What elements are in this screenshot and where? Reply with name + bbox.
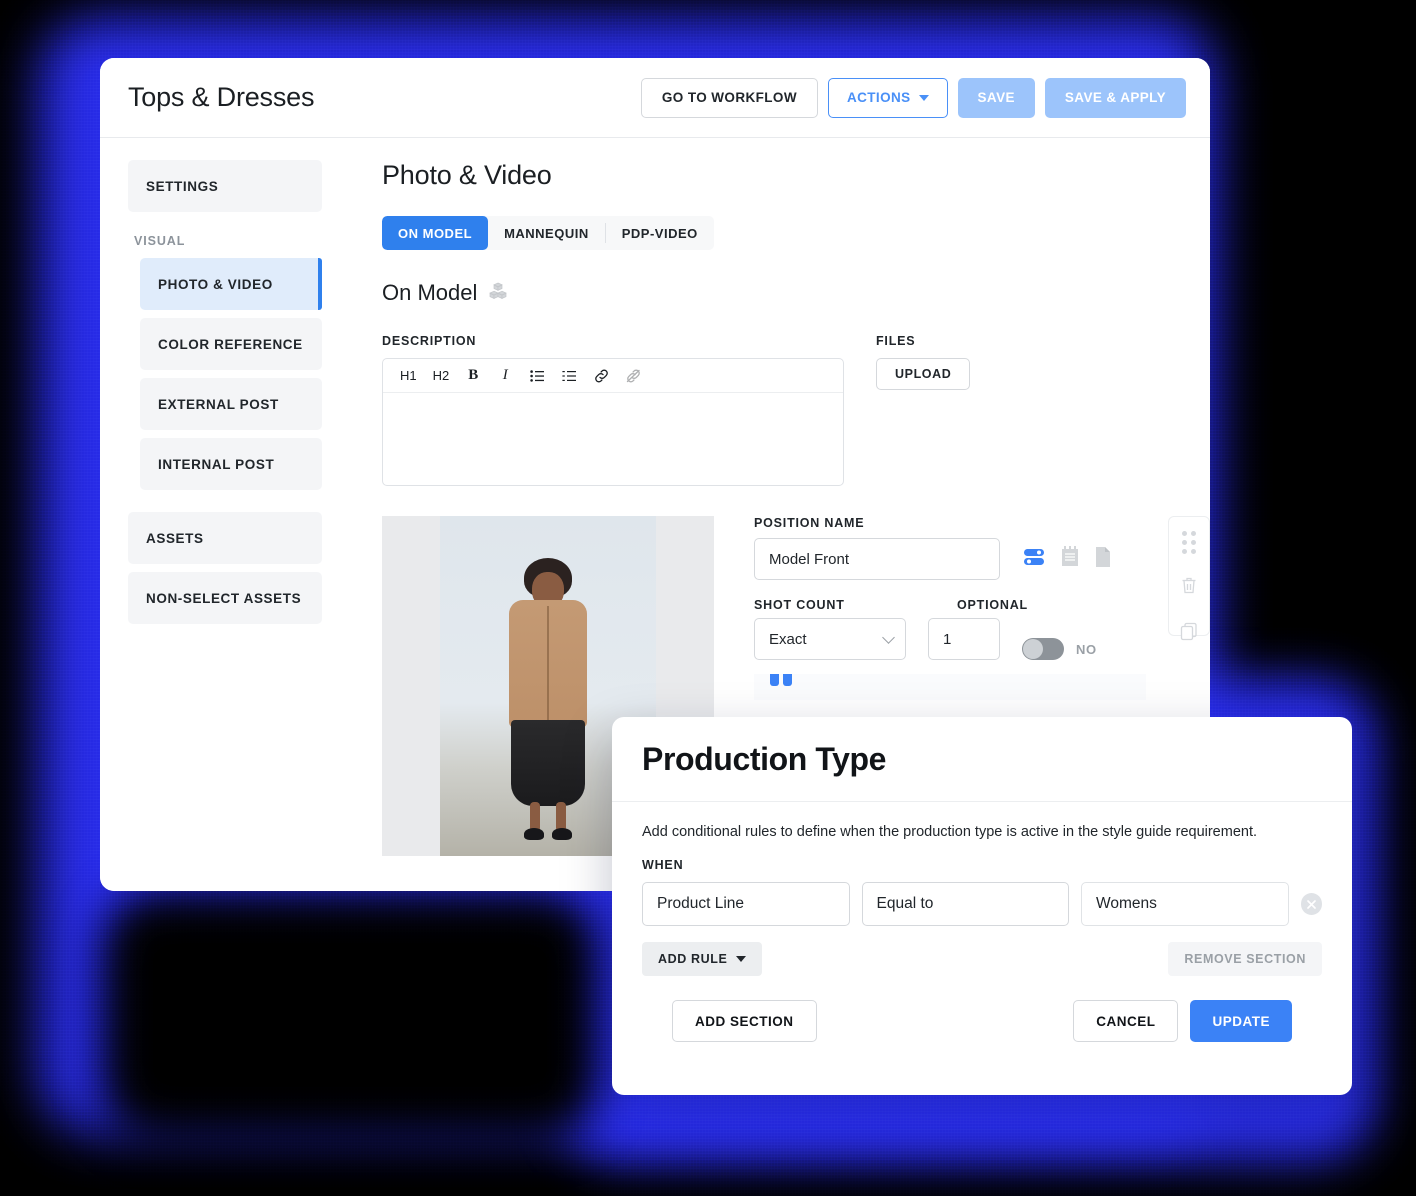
header-actions: GO TO WORKFLOW ACTIONS SAVE SAVE & APPLY [640, 77, 1186, 118]
cubes-icon [488, 280, 508, 306]
notepad-icon[interactable] [1060, 545, 1080, 573]
rule-row: Product Line Equal to Womens [642, 882, 1322, 926]
unlink-icon[interactable] [620, 364, 646, 388]
tab-on-model[interactable]: ON MODEL [382, 216, 489, 250]
position-name-row: Model Front [754, 538, 1146, 580]
sidebar-item-non-select-assets[interactable]: NON-SELECT ASSETS [128, 572, 322, 624]
sidebar-item-photo-video[interactable]: PHOTO & VIDEO [140, 258, 322, 310]
remove-rule-icon[interactable] [1300, 893, 1322, 915]
when-label: WHEN [642, 858, 684, 872]
shot-count-label-text: SHOT COUNT [754, 598, 845, 612]
sidebar-divider [128, 498, 322, 512]
production-type-modal: Production Type Add conditional rules to… [612, 717, 1352, 1095]
description-column: DESCRIPTION H1 H2 B I [382, 334, 844, 486]
description-label: DESCRIPTION [382, 334, 477, 348]
section-heading-row: On Model [382, 280, 1210, 306]
sidebar-item-external-post[interactable]: EXTERNAL POST [140, 378, 322, 430]
shot-count-value-input[interactable]: 1 [928, 618, 1000, 660]
description-files-row: DESCRIPTION H1 H2 B I FILES UPLOAD [382, 334, 1210, 486]
bullet-list-icon[interactable] [524, 364, 550, 388]
model-coat-seam [547, 606, 549, 724]
production-type-badge-icon[interactable] [768, 674, 794, 693]
actions-dropdown-label: ACTIONS [846, 90, 911, 105]
editor-toolbar: H1 H2 B I [383, 359, 843, 393]
tab-pdp-video[interactable]: PDP-VIDEO [606, 216, 714, 250]
cancel-button[interactable]: CANCEL [1073, 1000, 1179, 1042]
screenshot-canvas: Tops & Dresses GO TO WORKFLOW ACTIONS SA… [0, 0, 1416, 1196]
optional-value: NO [1076, 641, 1097, 657]
page-title: Tops & Dresses [128, 82, 315, 112]
modal-header: Production Type [612, 717, 1352, 802]
modal-footer-right: CANCEL UPDATE [1073, 1000, 1292, 1042]
position-name-label: POSITION NAME [754, 516, 865, 530]
actions-dropdown-button[interactable]: ACTIONS [827, 77, 948, 118]
modal-footer: ADD SECTION CANCEL UPDATE [642, 976, 1322, 1042]
app-header: Tops & Dresses GO TO WORKFLOW ACTIONS SA… [100, 58, 1210, 138]
description-input[interactable] [383, 393, 843, 485]
link-icon[interactable] [588, 364, 614, 388]
production-type-strip [754, 674, 1146, 700]
section-heading-label: On Model [382, 280, 478, 305]
add-section-button[interactable]: ADD SECTION [672, 1000, 817, 1042]
sidebar-group-visual: VISUAL [134, 234, 186, 248]
shot-count-type-select[interactable]: Exact [754, 618, 906, 660]
content-tabs: ON MODEL MANNEQUIN PDP-VIDEO [382, 216, 714, 250]
sidebar: SETTINGS VISUAL PHOTO & VIDEO COLOR REFE… [100, 138, 338, 891]
rule-operator-value: Equal to [876, 895, 934, 912]
remove-section-button[interactable]: REMOVE SECTION [1168, 942, 1322, 976]
rule-value-input[interactable]: Womens [1081, 882, 1289, 926]
h2-button[interactable]: H2 [428, 364, 455, 388]
duplicate-icon[interactable] [1180, 622, 1198, 646]
modal-title: Production Type [642, 740, 887, 777]
optional-toggle-wrap: NO [1022, 638, 1097, 660]
shot-count-label: SHOT COUNT OPTIONAL [754, 598, 1146, 612]
bold-button[interactable]: B [460, 364, 486, 388]
chevron-down-icon [918, 94, 929, 101]
rule-operator-select[interactable]: Equal to [861, 882, 1070, 926]
chevron-down-icon [736, 956, 747, 962]
trash-icon[interactable] [1180, 576, 1198, 600]
toggle-knob [1023, 639, 1043, 659]
add-rule-button[interactable]: ADD RULE [642, 942, 763, 976]
sidebar-item-settings[interactable]: SETTINGS [128, 160, 322, 212]
numbered-list-icon[interactable] [556, 364, 582, 388]
position-icon-set [1022, 545, 1112, 574]
rule-actions: ADD RULE REMOVE SECTION [642, 942, 1322, 976]
document-icon[interactable] [1094, 546, 1112, 573]
italic-button[interactable]: I [492, 364, 518, 388]
update-button[interactable]: UPDATE [1190, 1000, 1292, 1042]
sidebar-item-internal-post[interactable]: INTERNAL POST [140, 438, 322, 490]
model-shoe-left [524, 828, 544, 840]
rule-field-value: Product Line [657, 895, 745, 912]
upload-button[interactable]: UPLOAD [876, 358, 971, 390]
go-to-workflow-button[interactable]: GO TO WORKFLOW [640, 77, 818, 118]
save-button[interactable]: SAVE [957, 77, 1035, 118]
position-name-input[interactable]: Model Front [754, 538, 1000, 580]
sidebar-item-assets[interactable]: ASSETS [128, 512, 322, 564]
optional-toggle[interactable] [1022, 638, 1064, 660]
position-action-rail [1168, 516, 1210, 641]
drag-handle-icon[interactable] [1182, 531, 1196, 554]
production-type-icon[interactable] [1022, 545, 1046, 574]
rule-field-select[interactable]: Product Line [642, 882, 850, 926]
add-rule-label: ADD RULE [658, 952, 728, 966]
modal-description: Add conditional rules to define when the… [642, 824, 1258, 840]
model-skirt [511, 720, 585, 806]
model-shoe-right [552, 828, 572, 840]
tab-mannequin[interactable]: MANNEQUIN [488, 216, 605, 250]
shot-count-row: Exact 1 NO [754, 618, 1146, 660]
shot-count-type-value: Exact [769, 630, 807, 648]
description-editor[interactable]: H1 H2 B I [382, 358, 844, 486]
optional-label: OPTIONAL [957, 598, 1028, 612]
save-and-apply-button[interactable]: SAVE & APPLY [1044, 77, 1186, 118]
h1-button[interactable]: H1 [395, 364, 422, 388]
modal-body: Add conditional rules to define when the… [612, 802, 1352, 1042]
chevron-down-icon [882, 631, 895, 644]
glow-cutout [100, 890, 600, 1140]
files-label: FILES [876, 334, 916, 348]
files-column: FILES UPLOAD [876, 334, 1026, 486]
sidebar-item-color-reference[interactable]: COLOR REFERENCE [140, 318, 322, 370]
main-heading: Photo & Video [382, 160, 552, 190]
